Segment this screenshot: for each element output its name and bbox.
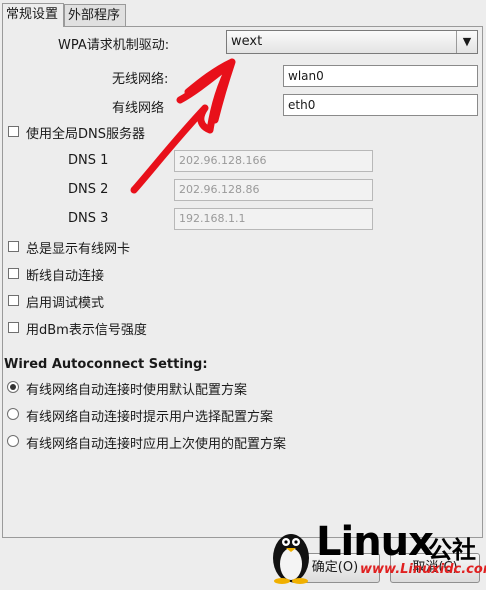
red-arrow-annotation — [130, 58, 236, 194]
watermark-url: www.Linuxidc.com — [360, 562, 486, 577]
tux-penguin-icon — [273, 534, 309, 584]
tab-general-settings[interactable]: 常规设置 — [2, 3, 64, 27]
watermark-brand-cn: 公社 — [428, 536, 476, 564]
linux-watermark: Linux 公社 www.Linuxidc.com — [268, 518, 486, 590]
watermark-brand: Linux — [316, 519, 434, 565]
